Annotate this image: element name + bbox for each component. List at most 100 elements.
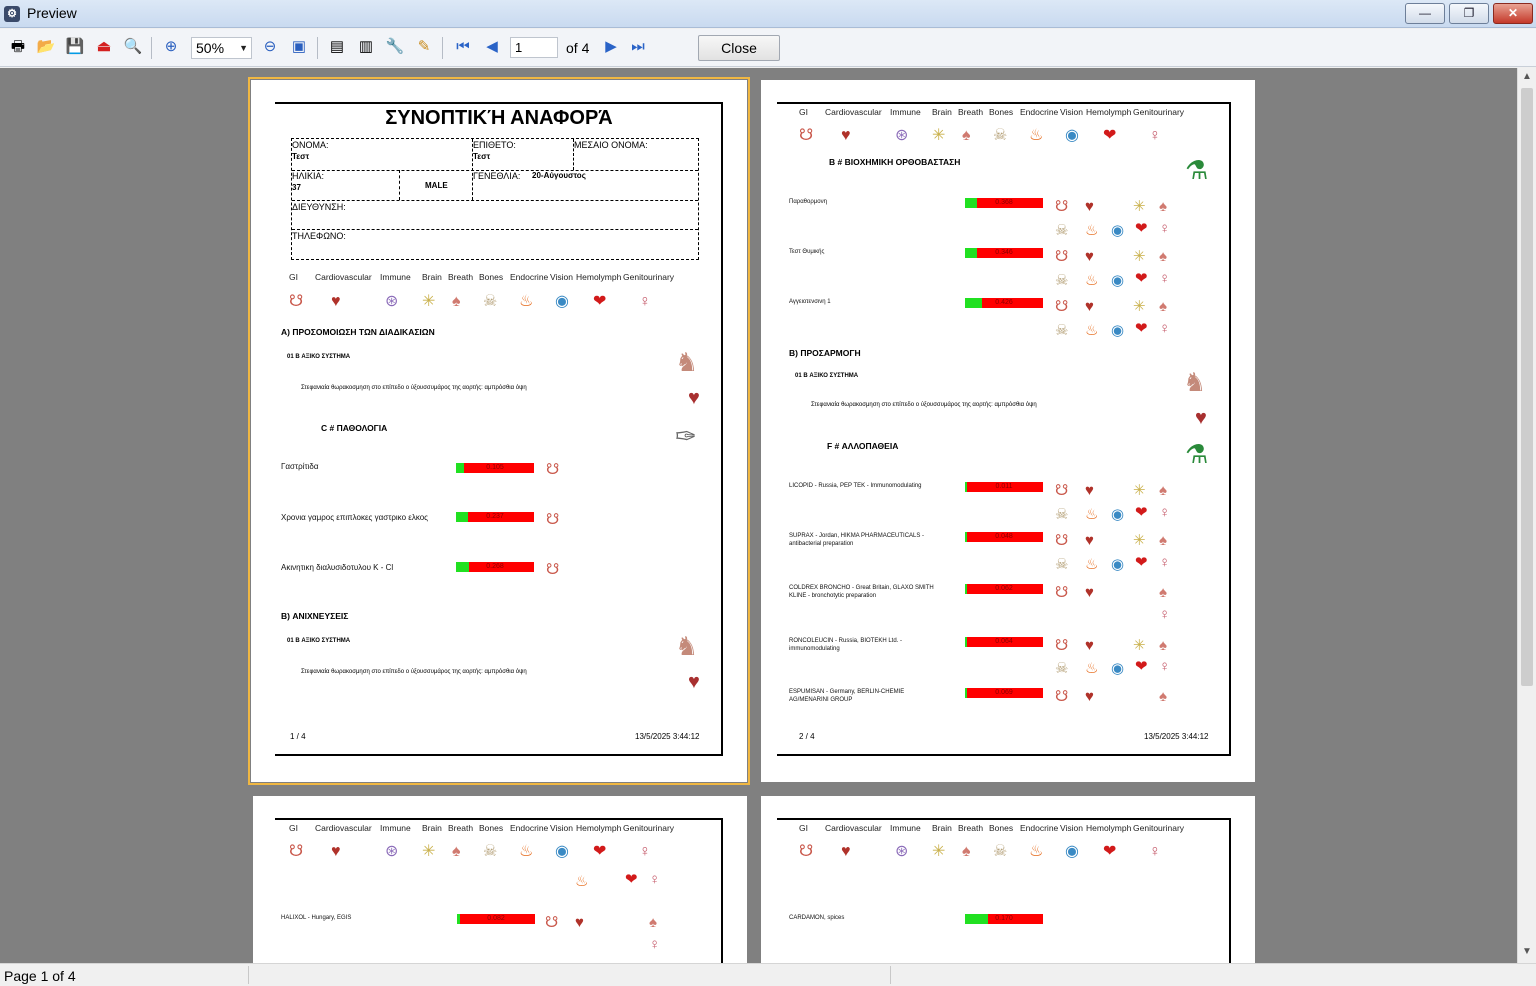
skull-icon: ☠ [993,843,1008,860]
lungs-icon: ♠ [962,127,971,144]
brain-neuron-icon: ✳ [1133,482,1146,499]
edit-icon[interactable]: ✎ [413,36,435,58]
zoom-in-icon[interactable]: ⊕ [160,36,182,58]
report-title: ΣΥΝΟΠΤΙΚΉ ΑΝΑΦΟΡΆ [385,107,613,129]
toolbar: 🖶 📂 💾 ⏏ 🔍 ⊕ 50%▼ ⊖ ▣ ▤ ▥ 🔧 ✎ ⏮ ◀ of 4 ▶ … [0,29,1536,67]
intestine-icon: ☋ [1055,688,1069,705]
uterus-icon: ♀ [1159,320,1171,337]
intestine-icon: ☋ [1055,298,1069,315]
thyroid-icon: ♨ [519,843,534,860]
pdf-export-icon[interactable]: ⏏ [93,36,115,58]
brain-neuron-icon: ✳ [1133,248,1146,265]
previous-page-icon[interactable]: ◀ [481,36,503,58]
category-label: Breath [958,107,984,117]
preview-area[interactable]: ΣΥΝΟΠΤΙΚΉ ΑΝΑΦΟΡΆ ΟΝΟΜΑ: Τεστ ΕΠΙΘΕΤΟ: Τ… [0,68,1517,963]
scroll-up-icon[interactable]: ▲ [1522,71,1532,82]
brain-neuron-icon: ✳ [422,293,436,310]
restore-button[interactable]: ❐ [1449,3,1489,24]
category-label: Hemolymph [1086,823,1132,833]
subsection-label: 01 B ΑΞΙΚΟ ΣΥΣΤΗΜΑ [795,373,859,379]
scroll-down-icon[interactable]: ▼ [1522,946,1532,957]
report-page-2[interactable]: GI Cardiovascular Immune Brain Breath Bo… [761,80,1255,782]
anatomy-heart-icon: ♥ [688,387,700,409]
category-label: Bones [989,107,1014,117]
category-label: Cardiovascular [825,823,882,833]
result-value: 0.062 [995,585,1013,592]
vertical-scrollbar[interactable]: ▲ ▼ [1517,68,1536,963]
heart-icon: ❤ [1103,843,1117,860]
skull-icon: ☠ [483,843,498,860]
category-label: Endocrine [1020,107,1059,117]
uterus-icon: ♀ [1159,270,1171,287]
save-icon[interactable]: 💾 [64,36,86,58]
result-label: Χρονια γαμρος επιπλοκες γαστρικο ελκος [281,513,429,522]
zoom-select[interactable]: 50% ▼ [191,37,252,59]
flask-icon: ⚗ [1185,155,1209,185]
window-title: Preview [27,5,77,21]
lungs-icon: ♠ [1159,637,1167,654]
status-divider [890,966,891,984]
phone-label: ΤΗΛΕΦΩΝΟ: [292,231,346,241]
title-bar: ⚙ Preview — ❐ ✕ [0,0,1536,28]
fit-page-icon[interactable]: ▣ [288,36,310,58]
settings-icon[interactable]: 🔧 [384,36,406,58]
page-footer-number: 1 / 4 [290,732,306,741]
first-page-icon[interactable]: ⏮ [452,36,474,58]
result-value: 0.368 [995,199,1013,206]
intestine-icon: ☋ [289,843,304,860]
result-bar: 0.062 [965,584,1043,594]
uterus-icon: ♀ [649,936,661,953]
heart-organ-icon: ♥ [1085,198,1094,215]
description-text: Στεφανιαία θωρακοσμηση στο επίπεδο ο ύξο… [811,402,1037,408]
thyroid-icon: ♨ [1085,506,1099,523]
heart-icon: ❤ [593,843,607,860]
brain-neuron-icon: ✳ [422,843,436,860]
result-bar: 0.082 [457,914,535,924]
minimize-button[interactable]: — [1405,3,1445,24]
lungs-icon: ♠ [1159,532,1167,549]
zoom-out-icon[interactable]: ⊖ [259,36,281,58]
print-icon[interactable]: 🖶 [7,36,29,58]
category-label: GI [289,823,298,833]
status-page-indicator: Page 1 of 4 [4,968,76,984]
result-label: Παραθορμονη [789,199,827,205]
single-page-icon[interactable]: ▤ [326,36,348,58]
scrollbar-thumb[interactable] [1521,88,1533,686]
next-page-icon[interactable]: ▶ [600,36,622,58]
last-page-icon[interactable]: ⏭ [627,36,649,58]
intestine-icon: ☋ [799,843,814,860]
category-label: Brain [422,823,442,833]
heart-organ-icon: ♥ [841,127,851,144]
status-bar: Page 1 of 4 [0,963,1536,986]
heart-icon: ❤ [1135,270,1148,287]
sex-value: MALE [425,181,448,190]
thyroid-icon: ♨ [1029,843,1044,860]
name-value: Τεστ [292,152,310,161]
close-window-button[interactable]: ✕ [1493,3,1533,24]
result-label-line2: AG/MENARINI GROUP [789,697,853,703]
immune-cell-icon: ⊛ [895,843,909,860]
category-label: Immune [890,107,921,117]
category-label: Bones [479,272,504,282]
eye-icon: ◉ [555,843,569,860]
immune-cell-icon: ⊛ [385,293,399,310]
result-value: 0.268 [486,563,504,570]
category-label: Cardiovascular [825,107,882,117]
close-button[interactable]: Close [698,35,780,61]
find-icon[interactable]: 🔍 [122,36,144,58]
anatomy-heart-icon: ♥ [688,671,700,693]
report-page-4[interactable]: GI Cardiovascular Immune Brain Breath Bo… [761,796,1255,963]
thyroid-icon: ♨ [1085,322,1099,339]
open-folder-icon[interactable]: 📂 [35,36,57,58]
brain-neuron-icon: ✳ [932,127,946,144]
app-icon: ⚙ [4,6,20,22]
report-page-3[interactable]: GI Cardiovascular Immune Brain Breath Bo… [253,796,747,963]
result-bar: 0.368 [965,198,1043,208]
result-bar: 0.105 [456,463,534,473]
syringe-icon: ✑ [675,421,697,451]
category-label: Brain [932,823,952,833]
page-setup-icon[interactable]: ▥ [355,36,377,58]
result-label: Ακινητικη διαλυσιδοτυλου K - Cl [281,563,394,572]
page-number-input[interactable] [510,37,558,58]
report-page-1[interactable]: ΣΥΝΟΠΤΙΚΉ ΑΝΑΦΟΡΆ ΟΝΟΜΑ: Τεστ ΕΠΙΘΕΤΟ: Τ… [248,77,750,785]
